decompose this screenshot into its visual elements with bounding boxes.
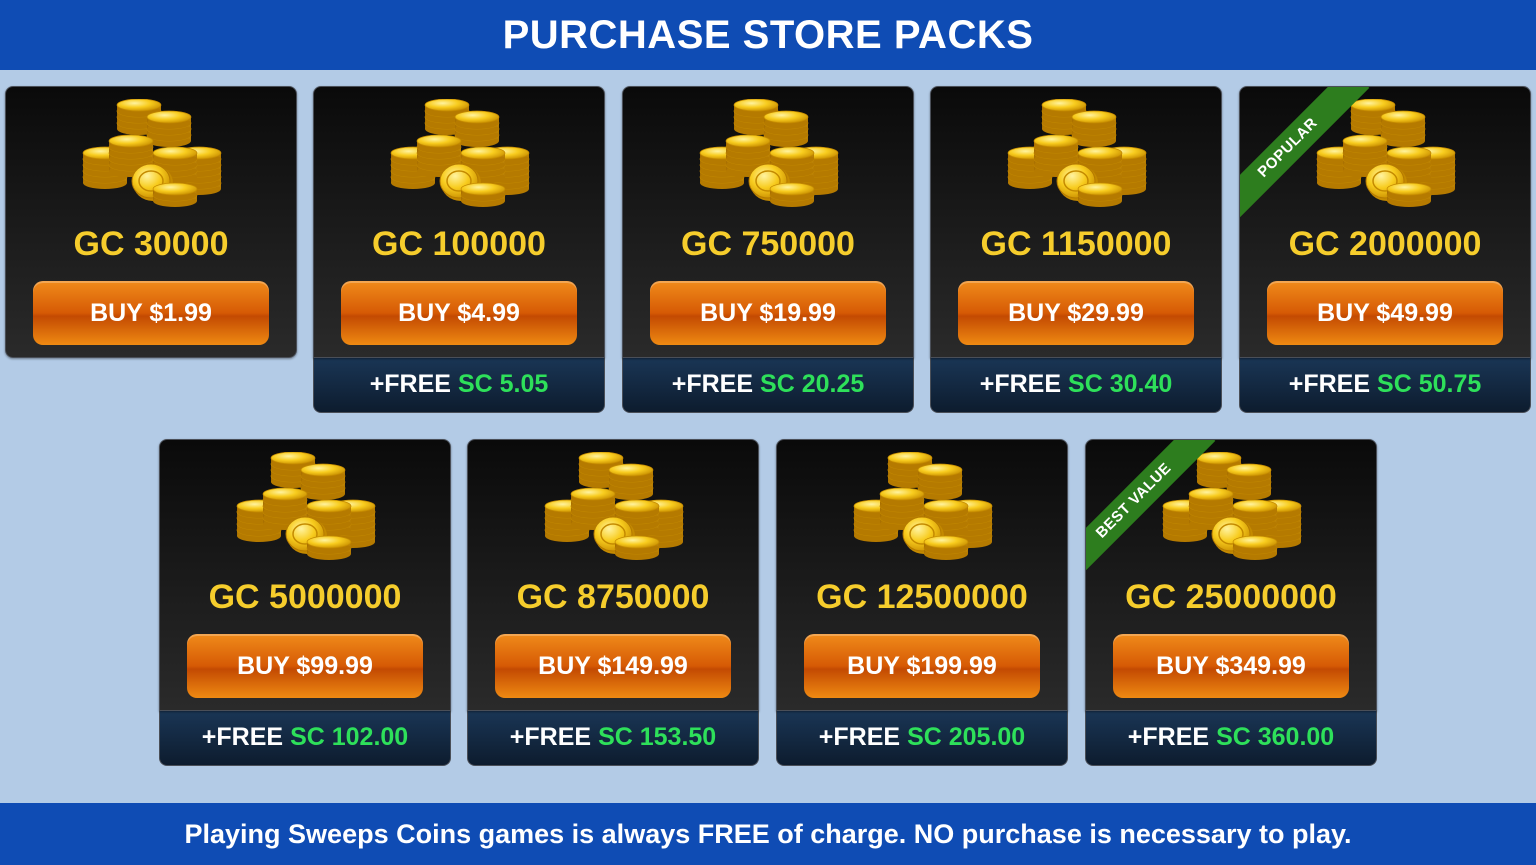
gold-coins-icon <box>696 99 842 207</box>
pack-card: GC 1150000 BUY $29.99 <box>930 86 1222 358</box>
pack-amount: GC 100000 <box>372 225 546 263</box>
pack-card: GC 100000 BUY $4.99 <box>313 86 605 358</box>
buy-button[interactable]: BUY $4.99 <box>341 281 577 345</box>
pack-amount: GC 8750000 <box>516 578 710 616</box>
pack-amount: GC 30000 <box>73 225 229 263</box>
bonus-sc-value: SC 30.40 <box>1068 370 1173 398</box>
buy-button[interactable]: BUY $149.99 <box>495 634 731 698</box>
pack-card: BEST VALUE GC 25000000 BUY $349.99 <box>1085 439 1377 711</box>
buy-button[interactable]: BUY $1.99 <box>33 281 269 345</box>
store-header: PURCHASE STORE PACKS <box>0 0 1536 70</box>
free-play-notice: Playing Sweeps Coins games is always FRE… <box>184 818 1352 849</box>
pack-card: POPULAR GC 2000000 BUY $49.99 <box>1239 86 1531 358</box>
bonus-free-label: +FREE <box>369 370 451 398</box>
store-pack: GC 30000 BUY $1.99 <box>5 86 297 358</box>
pack-amount: GC 12500000 <box>816 578 1028 616</box>
store-footer: Playing Sweeps Coins games is always FRE… <box>0 803 1536 865</box>
store-pack: GC 8750000 BUY $149.99 +FREE SC 153.50 <box>467 439 759 766</box>
store-pack: GC 5000000 BUY $99.99 +FREE SC 102.00 <box>159 439 451 766</box>
pack-amount: GC 2000000 <box>1288 225 1482 263</box>
bonus-bar: +FREE SC 360.00 <box>1085 710 1377 766</box>
pack-amount: GC 750000 <box>681 225 855 263</box>
store-pack: GC 1150000 BUY $29.99 +FREE SC 30.40 <box>930 86 1222 413</box>
bonus-sc-value: SC 5.05 <box>457 370 549 398</box>
bonus-free-label: +FREE <box>818 723 901 751</box>
gold-coins-icon <box>79 99 225 207</box>
gold-coins-icon <box>541 452 687 560</box>
pack-amount: GC 1150000 <box>980 225 1172 263</box>
gold-coins-icon <box>387 99 533 207</box>
bonus-free-label: +FREE <box>671 370 754 398</box>
pack-amount: GC 25000000 <box>1125 578 1337 616</box>
bonus-free-label: +FREE <box>201 723 284 751</box>
pack-card: GC 750000 BUY $19.99 <box>622 86 914 358</box>
bonus-bar: +FREE SC 30.40 <box>930 357 1222 413</box>
bonus-bar: +FREE SC 50.75 <box>1239 357 1531 413</box>
bonus-bar: +FREE SC 153.50 <box>467 710 759 766</box>
buy-button[interactable]: BUY $199.99 <box>804 634 1040 698</box>
bonus-bar: +FREE SC 205.00 <box>776 710 1068 766</box>
pack-card: GC 12500000 BUY $199.99 <box>776 439 1068 711</box>
bonus-free-label: +FREE <box>1288 370 1371 398</box>
buy-button[interactable]: BUY $29.99 <box>958 281 1194 345</box>
buy-button[interactable]: BUY $49.99 <box>1267 281 1503 345</box>
bonus-sc-value: SC 20.25 <box>760 370 865 398</box>
gold-coins-icon <box>233 452 379 560</box>
bonus-sc-value: SC 102.00 <box>290 723 409 751</box>
gold-coins-icon <box>850 452 996 560</box>
pack-card: GC 8750000 BUY $149.99 <box>467 439 759 711</box>
pack-amount: GC 5000000 <box>208 578 402 616</box>
buy-button[interactable]: BUY $19.99 <box>650 281 886 345</box>
pack-card: GC 30000 BUY $1.99 <box>5 86 297 358</box>
page-title: PURCHASE STORE PACKS <box>502 12 1034 57</box>
buy-button[interactable]: BUY $349.99 <box>1113 634 1349 698</box>
store-pack: POPULAR GC 2000000 BUY $49.99 +FREE SC 5… <box>1239 86 1531 413</box>
store-pack: GC 100000 BUY $4.99 +FREE SC 5.05 <box>313 86 605 413</box>
bonus-bar: +FREE SC 20.25 <box>622 357 914 413</box>
bonus-sc-value: SC 153.50 <box>598 723 717 751</box>
bonus-free-label: +FREE <box>509 723 592 751</box>
buy-button[interactable]: BUY $99.99 <box>187 634 423 698</box>
bonus-sc-value: SC 360.00 <box>1216 723 1335 751</box>
bonus-bar: +FREE SC 102.00 <box>159 710 451 766</box>
gold-coins-icon <box>1004 99 1150 207</box>
bonus-sc-value: SC 205.00 <box>907 723 1026 751</box>
store-pack: BEST VALUE GC 25000000 BUY $349.99 +FREE… <box>1085 439 1377 766</box>
store-pack: GC 12500000 BUY $199.99 +FREE SC 205.00 <box>776 439 1068 766</box>
bonus-free-label: +FREE <box>979 370 1062 398</box>
bonus-sc-value: SC 50.75 <box>1377 370 1482 398</box>
bonus-free-label: +FREE <box>1127 723 1210 751</box>
store-pack: GC 750000 BUY $19.99 +FREE SC 20.25 <box>622 86 914 413</box>
pack-card: GC 5000000 BUY $99.99 <box>159 439 451 711</box>
bonus-bar: +FREE SC 5.05 <box>313 357 605 413</box>
